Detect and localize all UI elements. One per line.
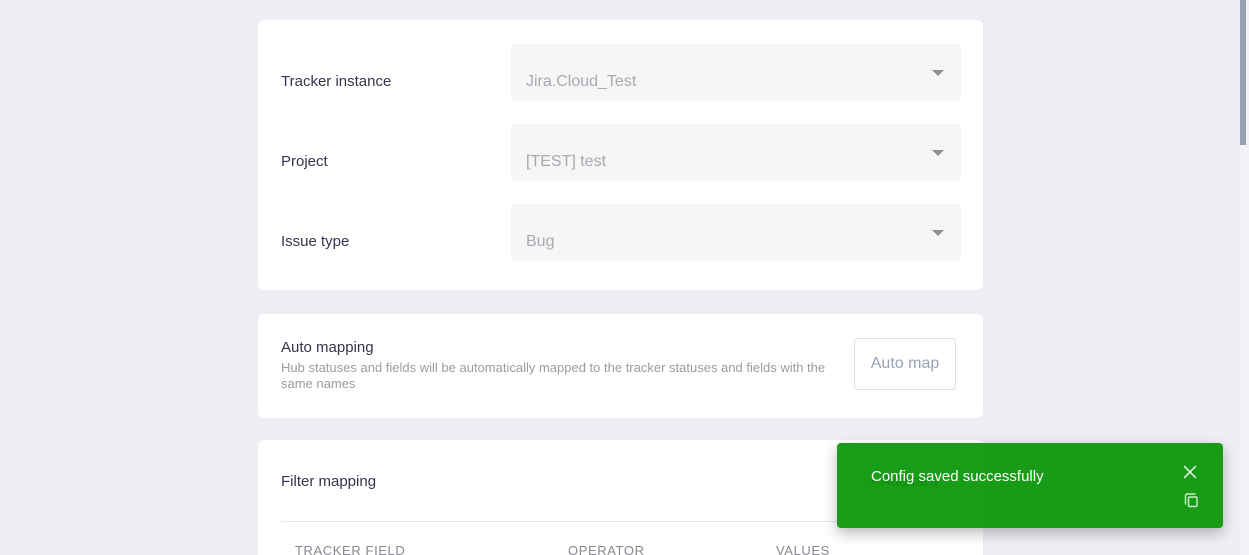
column-header-operator: OPERATOR	[568, 543, 645, 555]
tracker-instance-value: Jira.Cloud_Test	[526, 73, 637, 90]
toast-message: Config saved successfully	[871, 468, 1044, 485]
auto-map-button[interactable]: Auto map	[854, 338, 956, 390]
issue-type-label: Issue type	[281, 233, 350, 250]
form-row-issue-type: Issue type Bug	[281, 204, 961, 261]
column-header-tracker-field: TRACKER FIELD	[295, 543, 406, 555]
settings-page: Tracker instance Jira.Cloud_Test Project…	[0, 0, 1249, 555]
form-row-project: Project [TEST] test	[281, 124, 961, 181]
success-toast: Config saved successfully	[837, 443, 1223, 528]
tracker-instance-select[interactable]: Jira.Cloud_Test	[511, 44, 961, 101]
auto-mapping-card: Auto mapping Hub statuses and fields wil…	[258, 314, 983, 418]
filter-mapping-title: Filter mapping	[281, 473, 377, 490]
project-value: [TEST] test	[526, 153, 607, 170]
form-row-tracker-instance: Tracker instance Jira.Cloud_Test	[281, 44, 961, 101]
auto-mapping-description: Hub statuses and fields will be automati…	[281, 360, 826, 391]
copy-icon[interactable]	[1182, 491, 1200, 509]
issue-type-value: Bug	[526, 233, 555, 250]
column-header-values: VALUES	[776, 543, 830, 555]
tracker-selection-card: Tracker instance Jira.Cloud_Test Project…	[258, 20, 983, 290]
tracker-instance-label: Tracker instance	[281, 73, 392, 90]
chevron-down-icon	[932, 149, 944, 156]
close-icon[interactable]	[1181, 463, 1199, 481]
project-select[interactable]: [TEST] test	[511, 124, 961, 181]
issue-type-select[interactable]: Bug	[511, 204, 961, 261]
project-label: Project	[281, 153, 328, 170]
scrollbar-thumb[interactable]	[1240, 0, 1246, 145]
chevron-down-icon	[932, 69, 944, 76]
chevron-down-icon	[932, 229, 944, 236]
auto-mapping-title: Auto mapping	[281, 339, 374, 356]
